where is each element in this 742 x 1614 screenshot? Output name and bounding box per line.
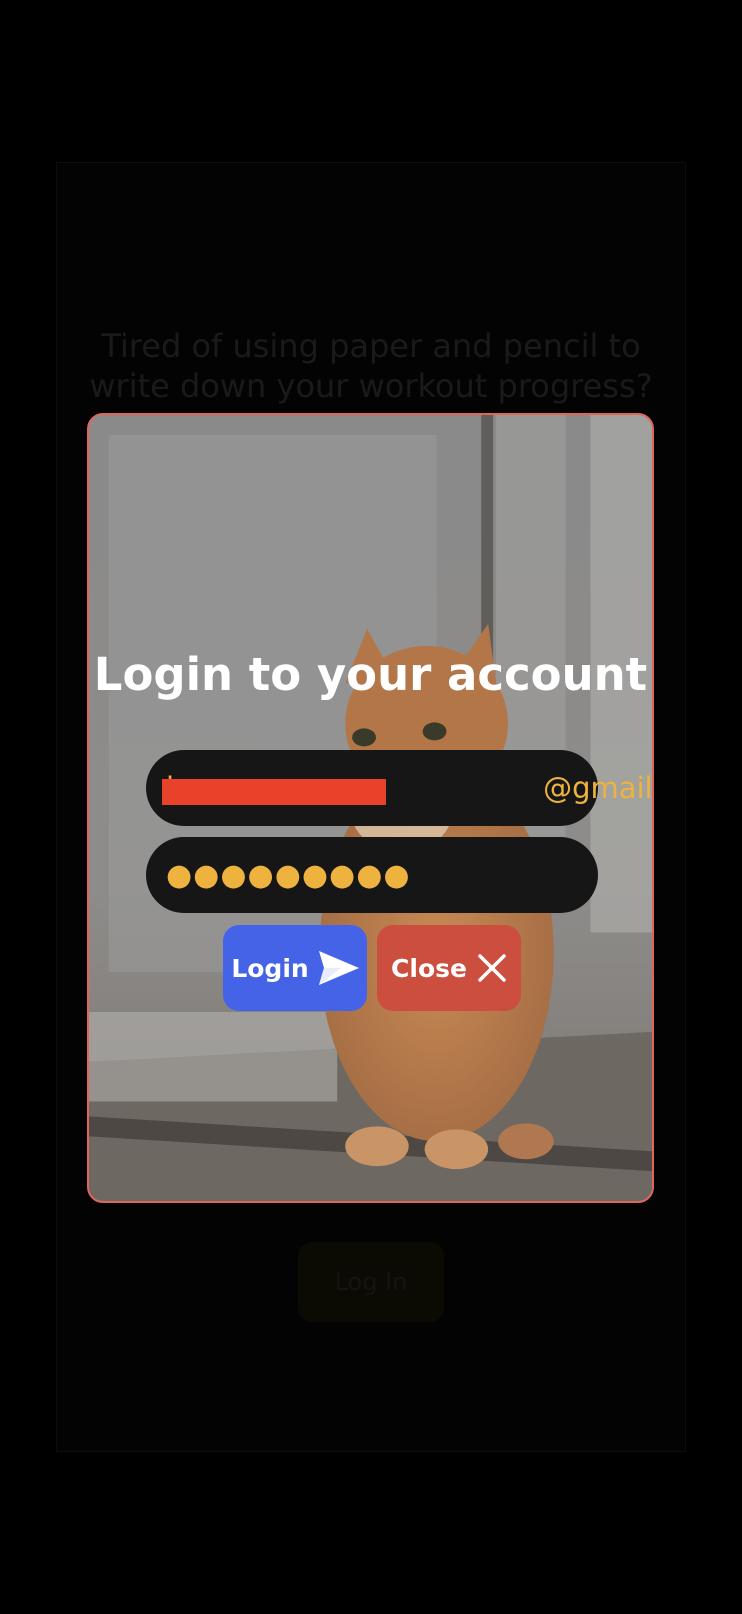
login-modal: Login to your account j @gmail.com ●●●●●…	[87, 413, 654, 1203]
password-value: ●●●●●●●●●	[166, 857, 411, 893]
page: Tired of using paper and pencil to write…	[0, 0, 742, 1614]
close-button-label: Close	[391, 953, 467, 983]
login-button-label: Login	[231, 953, 309, 983]
login-button[interactable]: Login	[223, 925, 367, 1011]
close-button[interactable]: Close	[377, 925, 521, 1011]
send-icon	[318, 951, 359, 985]
close-icon	[477, 953, 507, 983]
modal-title: Login to your account	[93, 648, 648, 701]
password-field[interactable]: ●●●●●●●●●	[146, 837, 598, 913]
background-login-button: Log In	[298, 1242, 444, 1322]
background-tagline: Tired of using paper and pencil to write…	[89, 327, 653, 405]
redaction-bar	[162, 779, 386, 805]
